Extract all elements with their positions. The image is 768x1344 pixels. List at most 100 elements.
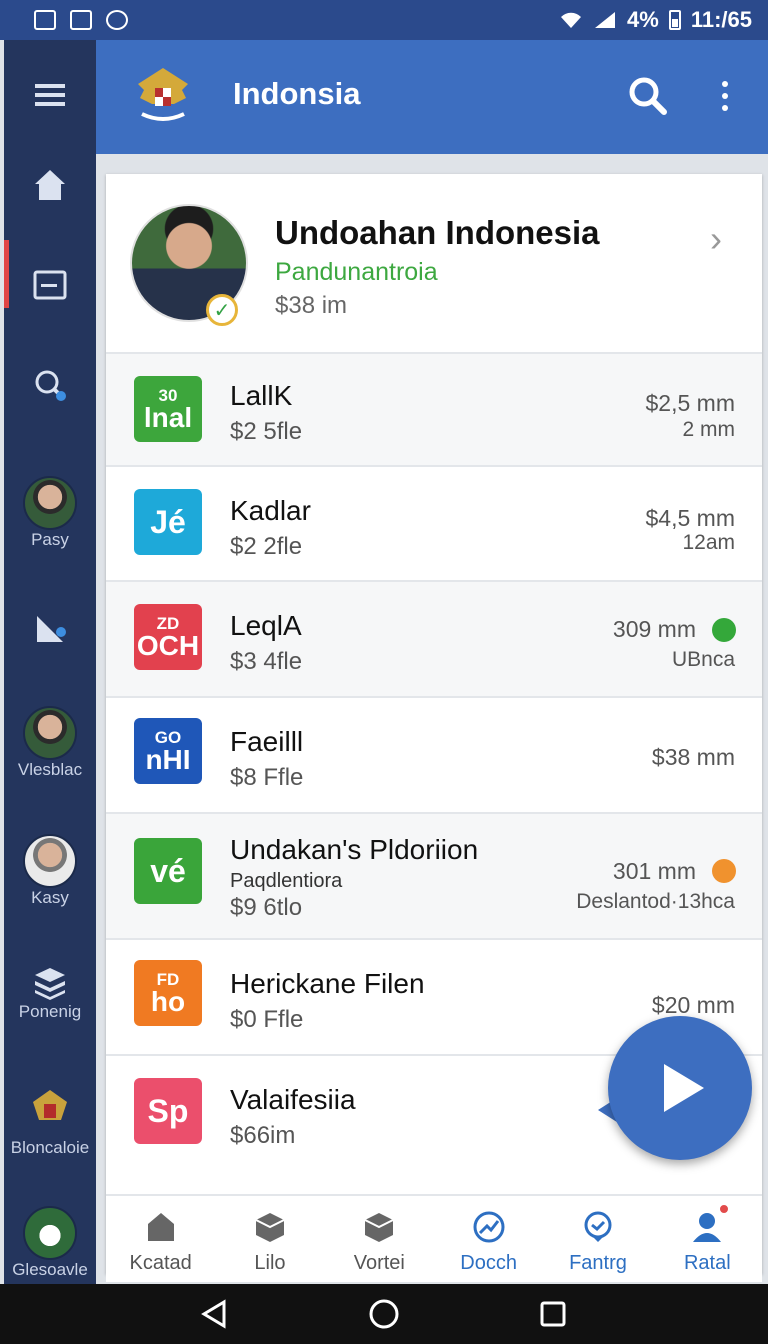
app-bar: Indonsia [96,40,768,154]
app-tile-icon: vé [134,838,202,904]
rail-item-vlesblac[interactable]: Vlesblac [4,706,96,780]
rail-item-bloncaloie[interactable]: Bloncaloie [4,1084,96,1158]
item-value: 301 mm [612,858,696,884]
tab-ratal[interactable]: Ratal [653,1196,762,1282]
menu-icon [35,84,65,106]
item-title: Valaifesiia [230,1084,356,1115]
satellite-icon [37,616,66,642]
avatar [23,706,77,760]
tab-lilo[interactable]: Lilo [215,1196,324,1282]
profile-icon [693,1213,722,1242]
rail-item-pasy[interactable]: Pasy [4,476,96,550]
home-circle-icon [369,1299,399,1329]
stack-icon [35,968,65,1000]
item-title: Kadlar [230,495,311,526]
item-title: LallK [230,380,293,411]
tab-vortei[interactable]: Vortei [325,1196,434,1282]
rail-item-label: Ponenig [18,1002,82,1021]
tab-fantrg[interactable]: Fantrg [543,1196,652,1282]
item-title: Faeilll [230,726,304,757]
profile-subtitle: Pandunantroia [275,258,438,286]
back-button[interactable] [195,1294,235,1334]
battery-percent: 4% [627,7,659,32]
item-amount: $8 Ffle [230,764,304,791]
rail-item-glesoavle[interactable]: Glesoavle [4,1206,96,1280]
rail-item-label: Bloncaloie [10,1138,90,1157]
app-tile-icon: GO nHI [134,718,202,784]
recents-icon [540,1301,566,1327]
tab-docch[interactable]: Docch [434,1196,543,1282]
rail-item-kasy[interactable]: Kasy [4,834,96,908]
chevron-right-icon: › [710,218,722,259]
edit-icon [70,10,92,30]
app-tile-icon: Jé [134,489,202,555]
play-icon [664,1064,704,1112]
notification-icons [34,10,128,30]
status-dot-green [712,618,736,642]
rail-item-home[interactable] [4,166,96,204]
clock: 11:/65 [690,7,752,32]
tab-kcatad[interactable]: Kcatad [106,1196,215,1282]
avatar [23,476,77,530]
item-value: $4,5 mm [645,505,735,531]
item-amount: $66im [230,1122,296,1149]
chat-icon [584,1211,612,1242]
item-meta: UBnca [671,648,735,671]
notification-badge [718,1204,729,1214]
play-fab-button[interactable] [608,1016,752,1160]
gallery-icon [34,10,56,30]
wifi-icon [561,12,582,28]
search-icon [629,77,667,115]
system-nav-bar [0,1284,768,1344]
rail-item-satellite[interactable] [4,610,96,648]
search-people-icon [35,370,66,401]
rail-item-card[interactable] [4,266,96,304]
app-title: Indonsia [233,76,361,111]
more-vert-icon[interactable] [710,74,740,118]
back-icon [200,1299,226,1329]
item-amount: $3 4fle [230,648,303,675]
bottom-tab-bar: Kcatad Lilo Vortei Docch Fantrg Ratal [106,1194,762,1282]
tab-label: Ratal [683,1252,731,1274]
card-icon [33,270,67,300]
rail-item-search-people[interactable] [4,366,96,404]
list-item[interactable]: 30 lnal LallK $2 5fle $2,5 mm 2 mm [106,354,762,467]
item-value: $20 mm [651,992,735,1018]
item-title: Undakan's Pldoriion [230,834,479,865]
search-button[interactable] [626,74,670,118]
cell-signal-icon [595,12,616,28]
system-icons: 4% 11:/65 [559,7,752,33]
item-title: Herickane Filen [230,968,425,999]
verified-check-icon: ✓ [206,294,238,326]
list-item[interactable]: vé Undakan's Pldoriion Paqdlentiora $9 6… [106,814,762,940]
menu-button[interactable] [4,76,96,114]
status-dot-orange [712,859,736,883]
item-meta: 2 mm [682,418,736,441]
item-subtitle: Paqdlentiora [230,870,343,892]
rail-item-ponenig[interactable]: Ponenig [4,964,96,1022]
status-bar: 4% 11:/65 [0,0,768,40]
app-tile-icon: Sp [134,1078,202,1144]
box-icon [255,1213,285,1242]
list-item[interactable]: GO nHI Faeilll $8 Ffle $38 mm [106,698,762,814]
item-title: LeqlA [230,610,302,641]
home-nav-button[interactable] [364,1294,404,1334]
tab-label: Docch [460,1252,517,1274]
rail-item-label: Kasy [31,888,69,907]
item-amount: $2 2fle [230,533,303,560]
profile-header[interactable]: ✓ Undoahan Indonesia Pandunantroia $38 i… [106,174,762,354]
app-tile-icon: FD ho [134,960,202,1026]
house-avatar [23,1206,77,1260]
recents-button[interactable] [533,1294,573,1334]
tab-label: Vortei [353,1252,405,1274]
item-amount: $0 Ffle [230,1006,304,1033]
list-item[interactable]: ZD OCH LeqlA $3 4fle 309 mm UBnca [106,582,762,698]
home-icon [35,170,65,200]
item-value: $38 mm [651,744,735,770]
messenger-icon [106,10,128,30]
box-icon [364,1213,394,1242]
list-item[interactable]: Jé Kadlar $2 2fle $4,5 mm 12am [106,467,762,582]
emblem-icon [33,1090,67,1120]
trending-icon [473,1211,505,1243]
profile-name: Undoahan Indonesia [275,214,600,251]
